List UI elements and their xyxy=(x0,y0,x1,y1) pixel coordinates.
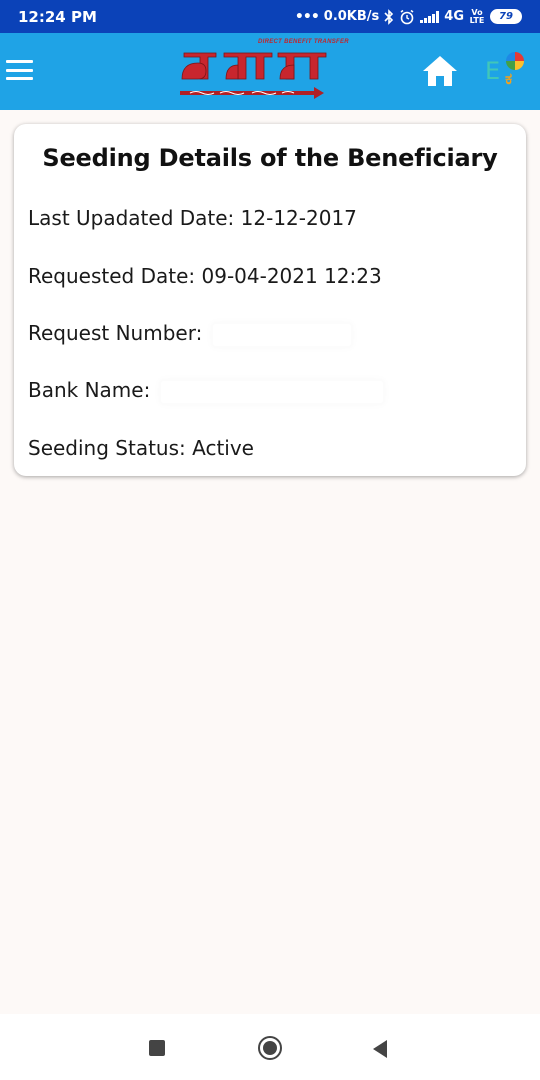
network-type: 4G xyxy=(444,9,464,24)
status-indicators: ••• 0.0KB/s 4G Vo LTE 79 xyxy=(294,7,522,25)
more-dots-icon: ••• xyxy=(294,8,320,25)
bank-name-row: Bank Name: xyxy=(28,378,383,403)
status-time: 12:24 PM xyxy=(18,7,97,26)
volte-indicator: Vo LTE xyxy=(469,7,485,25)
system-navigation-bar xyxy=(0,1014,540,1080)
battery-level: 79 xyxy=(499,11,513,22)
requested-date: Requested Date: 09-04-2021 12:23 xyxy=(28,264,382,288)
redacted-bank-name xyxy=(160,380,383,403)
network-speed: 0.0KB/s xyxy=(323,9,380,24)
battery-icon: 79 xyxy=(490,9,522,24)
circle-home-icon[interactable] xyxy=(258,1036,282,1060)
home-icon[interactable] xyxy=(421,53,459,89)
bluetooth-icon xyxy=(384,8,394,25)
last-updated-date: Last Upadated Date: 12-12-2017 xyxy=(28,206,357,230)
language-kannada-label: ಕ xyxy=(505,69,513,88)
seeding-details-card: Seeding Details of the Beneficiary Last … xyxy=(14,124,526,476)
language-toggle-icon[interactable]: E ಕ xyxy=(483,51,527,95)
dbt-logo xyxy=(180,52,327,99)
request-number-label: Request Number: xyxy=(28,321,203,345)
logo-caption: DIRECT BENEFIT TRANSFER xyxy=(258,39,349,45)
redacted-request-number xyxy=(212,323,351,346)
triangle-back-icon[interactable] xyxy=(371,1039,389,1059)
seeding-status: Seeding Status: Active xyxy=(28,436,254,460)
bank-name-label: Bank Name: xyxy=(28,378,151,402)
language-color-wheel-icon xyxy=(506,52,524,70)
app-bar: DIRECT BENEFIT TRANSFER E ಕ xyxy=(0,33,540,110)
hamburger-menu-icon[interactable] xyxy=(6,60,33,80)
status-bar: 12:24 PM ••• 0.0KB/s 4G Vo LTE 79 xyxy=(0,0,540,33)
square-recents-icon[interactable] xyxy=(149,1040,165,1056)
alarm-icon xyxy=(400,9,414,24)
request-number-row: Request Number: xyxy=(28,321,351,346)
signal-strength-icon xyxy=(420,10,440,23)
language-e-label: E xyxy=(485,57,501,85)
card-title: Seeding Details of the Beneficiary xyxy=(42,144,498,172)
